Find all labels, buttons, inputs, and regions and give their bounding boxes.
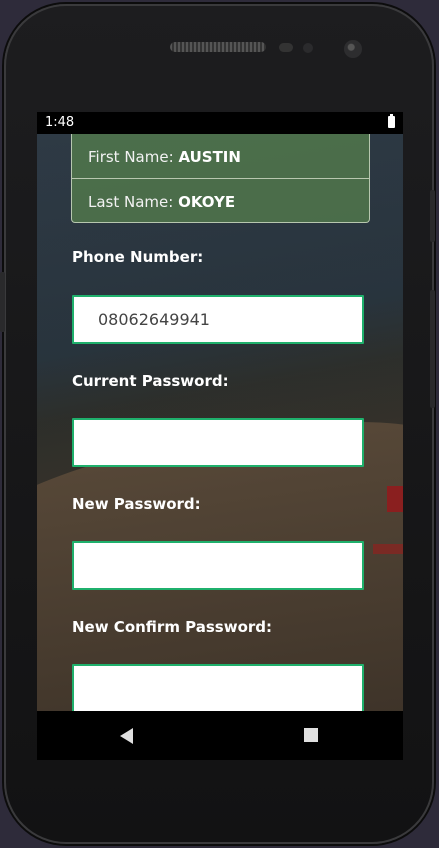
- background-object: [373, 544, 403, 554]
- phone-frame: 1:48 First Name: AUSTIN Last Name: OKOYE: [0, 4, 435, 844]
- back-icon[interactable]: [120, 728, 133, 744]
- first-name-value: AUSTIN: [178, 148, 241, 166]
- first-name-row: First Name: AUSTIN: [72, 134, 369, 179]
- phone-number-input[interactable]: [72, 295, 364, 344]
- earpiece-speaker: [170, 42, 266, 52]
- confirm-password-label: New Confirm Password:: [72, 618, 273, 636]
- last-name-value: OKOYE: [178, 193, 236, 211]
- confirm-password-input[interactable]: [72, 664, 364, 711]
- volume-rocker: [430, 290, 435, 408]
- last-name-label: Last Name:: [88, 193, 174, 211]
- navigation-bar: [37, 711, 403, 760]
- last-name-row: Last Name: OKOYE: [72, 179, 369, 223]
- screen: 1:48 First Name: AUSTIN Last Name: OKOYE: [37, 112, 403, 760]
- first-name-label: First Name:: [88, 148, 174, 166]
- current-password-input[interactable]: [72, 418, 364, 467]
- status-time: 1:48: [45, 115, 75, 130]
- current-password-label: Current Password:: [72, 372, 229, 390]
- phone-number-label: Phone Number:: [72, 248, 204, 266]
- new-password-input[interactable]: [72, 541, 364, 590]
- battery-icon: [388, 114, 395, 128]
- name-card: First Name: AUSTIN Last Name: OKOYE: [71, 134, 370, 223]
- status-bar: 1:48: [37, 112, 403, 134]
- recent-apps-icon[interactable]: [304, 728, 318, 742]
- power-button: [430, 190, 435, 242]
- front-camera: [344, 40, 362, 58]
- light-sensor: [303, 43, 313, 53]
- proximity-sensor: [279, 43, 293, 52]
- profile-form-view[interactable]: First Name: AUSTIN Last Name: OKOYE Phon…: [37, 134, 403, 711]
- volume-button: [0, 272, 5, 332]
- new-password-label: New Password:: [72, 495, 201, 513]
- background-object: [387, 486, 403, 512]
